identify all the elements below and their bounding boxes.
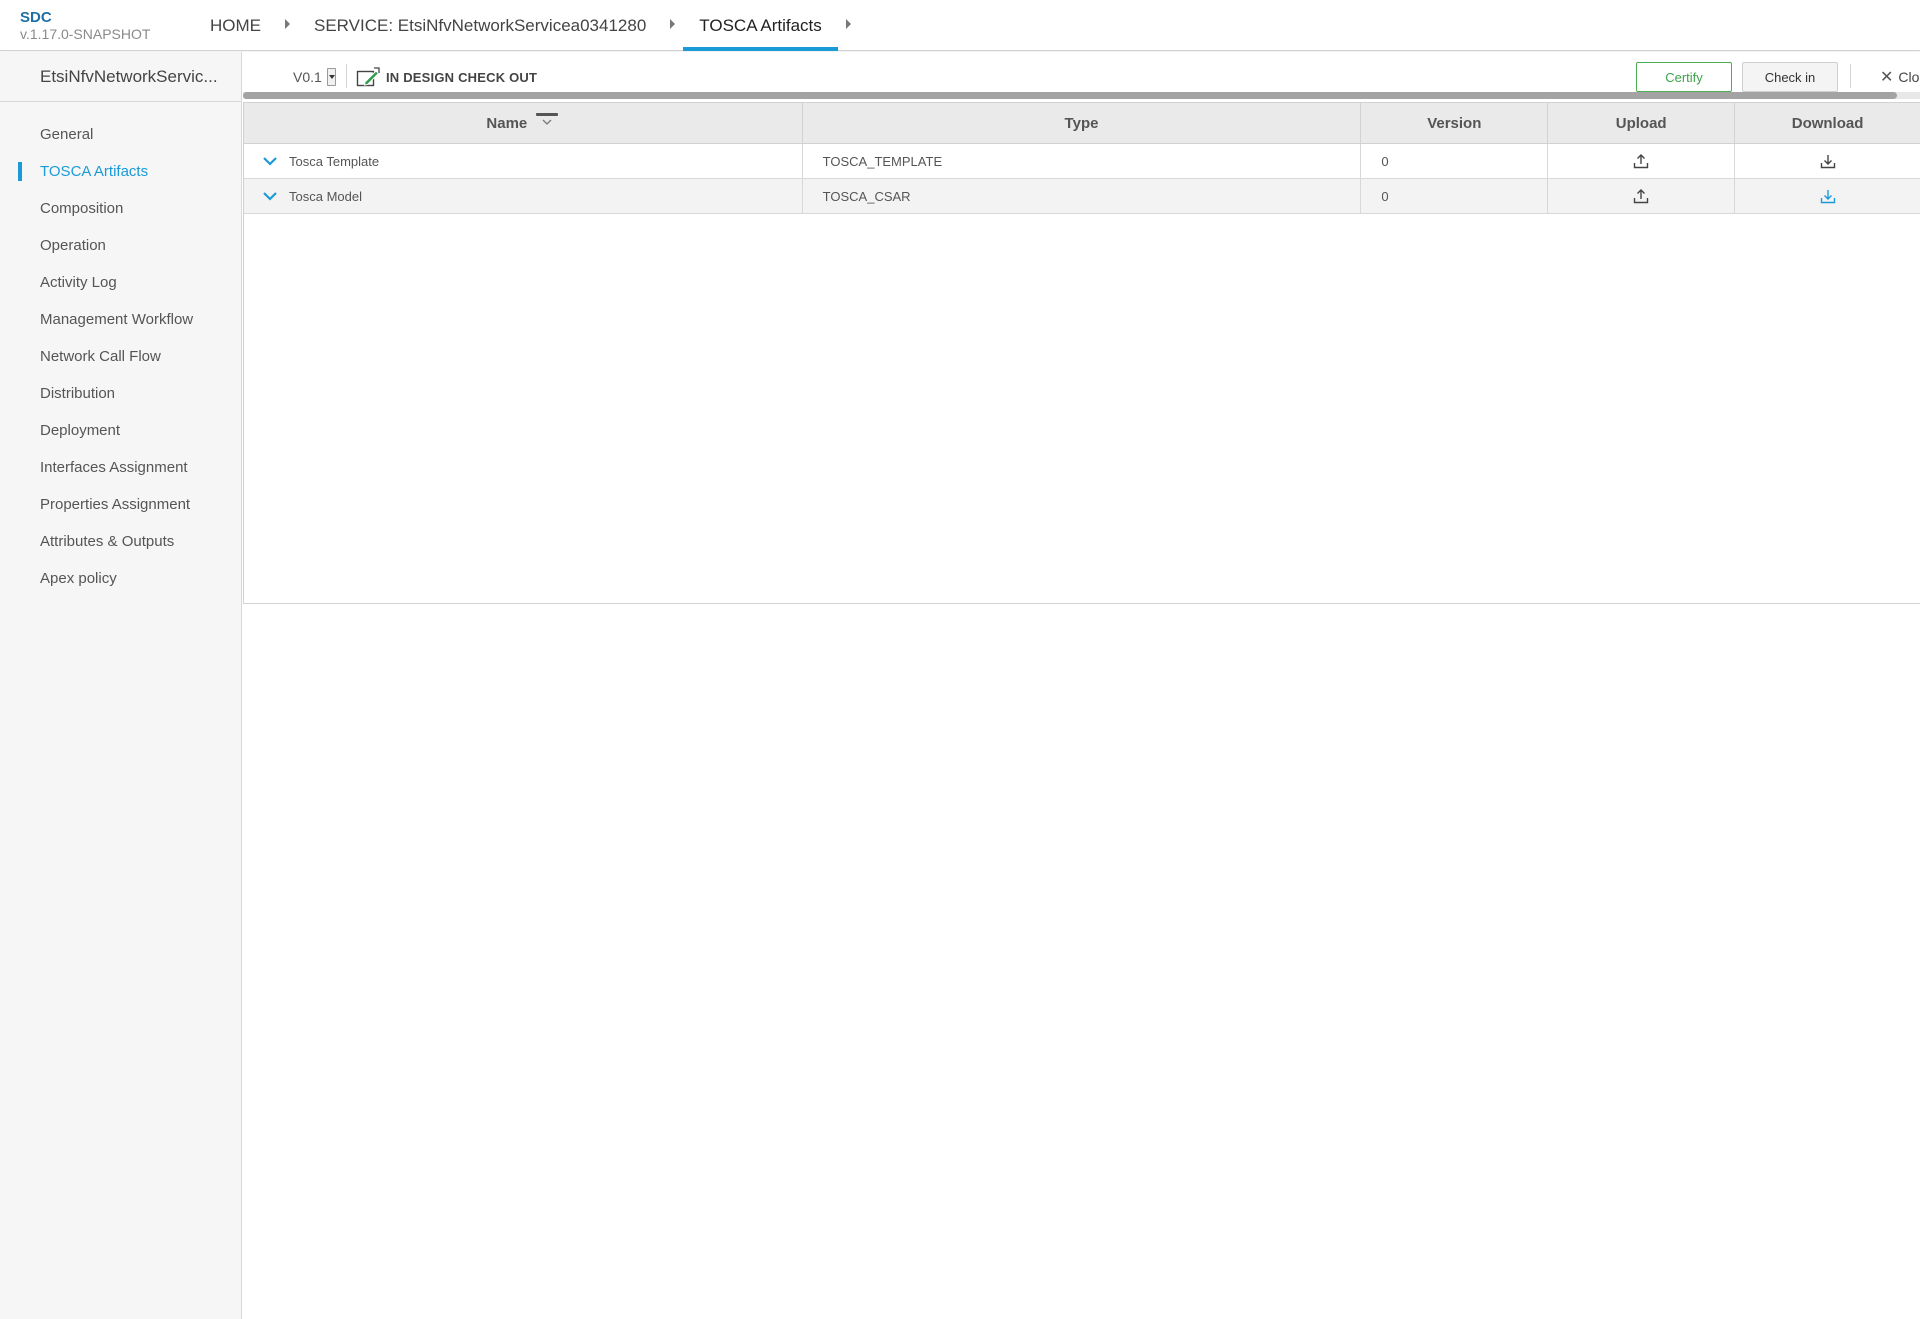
- sidebar-item-properties-assignment[interactable]: Properties Assignment: [0, 486, 241, 523]
- cell-type: TOSCA_TEMPLATE: [803, 144, 1362, 178]
- app-logo[interactable]: SDC v.1.17.0-SNAPSHOT: [20, 9, 150, 43]
- sidebar-item-composition[interactable]: Composition: [0, 190, 241, 227]
- cell-download: [1735, 144, 1920, 178]
- top-header: SDC v.1.17.0-SNAPSHOT HOME SERVICE: Etsi…: [0, 0, 1920, 51]
- sidebar-item-general[interactable]: General: [0, 116, 241, 153]
- sidebar-item-interfaces-assignment[interactable]: Interfaces Assignment: [0, 449, 241, 486]
- close-icon: ✕: [1880, 69, 1894, 86]
- cell-type: TOSCA_CSAR: [803, 179, 1362, 213]
- artifact-name: Tosca Model: [289, 188, 362, 204]
- breadcrumb-home[interactable]: HOME: [194, 0, 277, 51]
- sidebar-item-activity-log[interactable]: Activity Log: [0, 264, 241, 301]
- download-icon[interactable]: [1820, 153, 1836, 169]
- cell-version: 0: [1361, 144, 1549, 178]
- lifecycle-status: IN DESIGN CHECK OUT: [356, 66, 537, 88]
- cell-upload: [1548, 144, 1736, 178]
- close-button[interactable]: ✕ Clo: [1880, 67, 1920, 87]
- sidebar-item-attributes-outputs[interactable]: Attributes & Outputs: [0, 523, 241, 560]
- caret-down-icon[interactable]: [326, 68, 336, 86]
- sidebar-item-tosca-artifacts[interactable]: TOSCA Artifacts: [0, 153, 241, 190]
- sidebar-nav: General TOSCA Artifacts Composition Oper…: [0, 102, 241, 597]
- chevron-down-icon[interactable]: [262, 155, 278, 167]
- table-row: Tosca Model TOSCA_CSAR 0: [244, 179, 1920, 214]
- download-icon[interactable]: [1820, 188, 1836, 204]
- cell-name: Tosca Model: [244, 179, 803, 213]
- column-header-download: Download: [1791, 114, 1864, 132]
- column-header-name[interactable]: Name: [244, 103, 803, 143]
- column-header-upload: Upload: [1548, 103, 1736, 143]
- breadcrumb-service[interactable]: SERVICE: EtsiNfvNetworkServicea0341280: [298, 0, 662, 51]
- app-name: SDC: [20, 9, 52, 26]
- scrollbar-thumb[interactable]: [243, 92, 1897, 99]
- sort-desc-icon[interactable]: [535, 112, 559, 126]
- cell-name: Tosca Template: [244, 144, 803, 178]
- close-label: Clo: [1898, 69, 1920, 85]
- sidebar-item-distribution[interactable]: Distribution: [0, 375, 241, 412]
- table-row: Tosca Template TOSCA_TEMPLATE 0: [244, 144, 1920, 179]
- upload-icon[interactable]: [1633, 188, 1649, 204]
- workspace-toolbar: V0.1 IN DESIGN CHECK OUT Certify Check i…: [243, 52, 1920, 92]
- breadcrumb-separator-icon[interactable]: [285, 18, 290, 29]
- artifact-name: Tosca Template: [289, 153, 380, 169]
- chevron-down-icon[interactable]: [262, 190, 278, 202]
- sidebar: EtsiNfvNetworkServic... General TOSCA Ar…: [0, 52, 242, 1319]
- version-value: V0.1: [293, 69, 322, 85]
- artifacts-table: Name Type Version Upload Download Tosca …: [243, 102, 1920, 604]
- sidebar-item-management-workflow[interactable]: Management Workflow: [0, 301, 241, 338]
- cell-upload: [1548, 179, 1736, 213]
- breadcrumb-separator-icon[interactable]: [845, 18, 851, 29]
- edit-checkout-icon: [356, 67, 380, 87]
- sidebar-item-apex-policy[interactable]: Apex policy: [0, 560, 241, 597]
- table-header-row: Name Type Version Upload Download: [244, 103, 1920, 144]
- check-in-button[interactable]: Check in: [1742, 62, 1838, 92]
- lifecycle-status-label: IN DESIGN CHECK OUT: [386, 69, 538, 85]
- sidebar-item-deployment[interactable]: Deployment: [0, 412, 241, 449]
- column-header-type[interactable]: Type: [803, 103, 1362, 143]
- cell-download: [1735, 179, 1920, 213]
- column-header-version[interactable]: Version: [1361, 103, 1549, 143]
- version-select[interactable]: V0.1: [293, 67, 336, 87]
- sidebar-item-operation[interactable]: Operation: [0, 227, 241, 264]
- upload-icon[interactable]: [1633, 153, 1649, 169]
- toolbar-divider: [1850, 64, 1851, 88]
- breadcrumb-tosca-artifacts[interactable]: TOSCA Artifacts: [683, 0, 838, 51]
- column-header-label: Name: [486, 114, 528, 132]
- breadcrumb: HOME SERVICE: EtsiNfvNetworkServicea0341…: [194, 0, 859, 51]
- cell-version: 0: [1361, 179, 1549, 213]
- toolbar-divider: [346, 64, 347, 88]
- horizontal-scrollbar[interactable]: [243, 92, 1920, 99]
- sidebar-item-network-call-flow[interactable]: Network Call Flow: [0, 338, 241, 375]
- app-version: v.1.17.0-SNAPSHOT: [20, 26, 151, 42]
- breadcrumb-separator-icon[interactable]: [670, 18, 676, 29]
- certify-button[interactable]: Certify: [1636, 62, 1732, 92]
- sidebar-title: EtsiNfvNetworkServic...: [0, 52, 241, 102]
